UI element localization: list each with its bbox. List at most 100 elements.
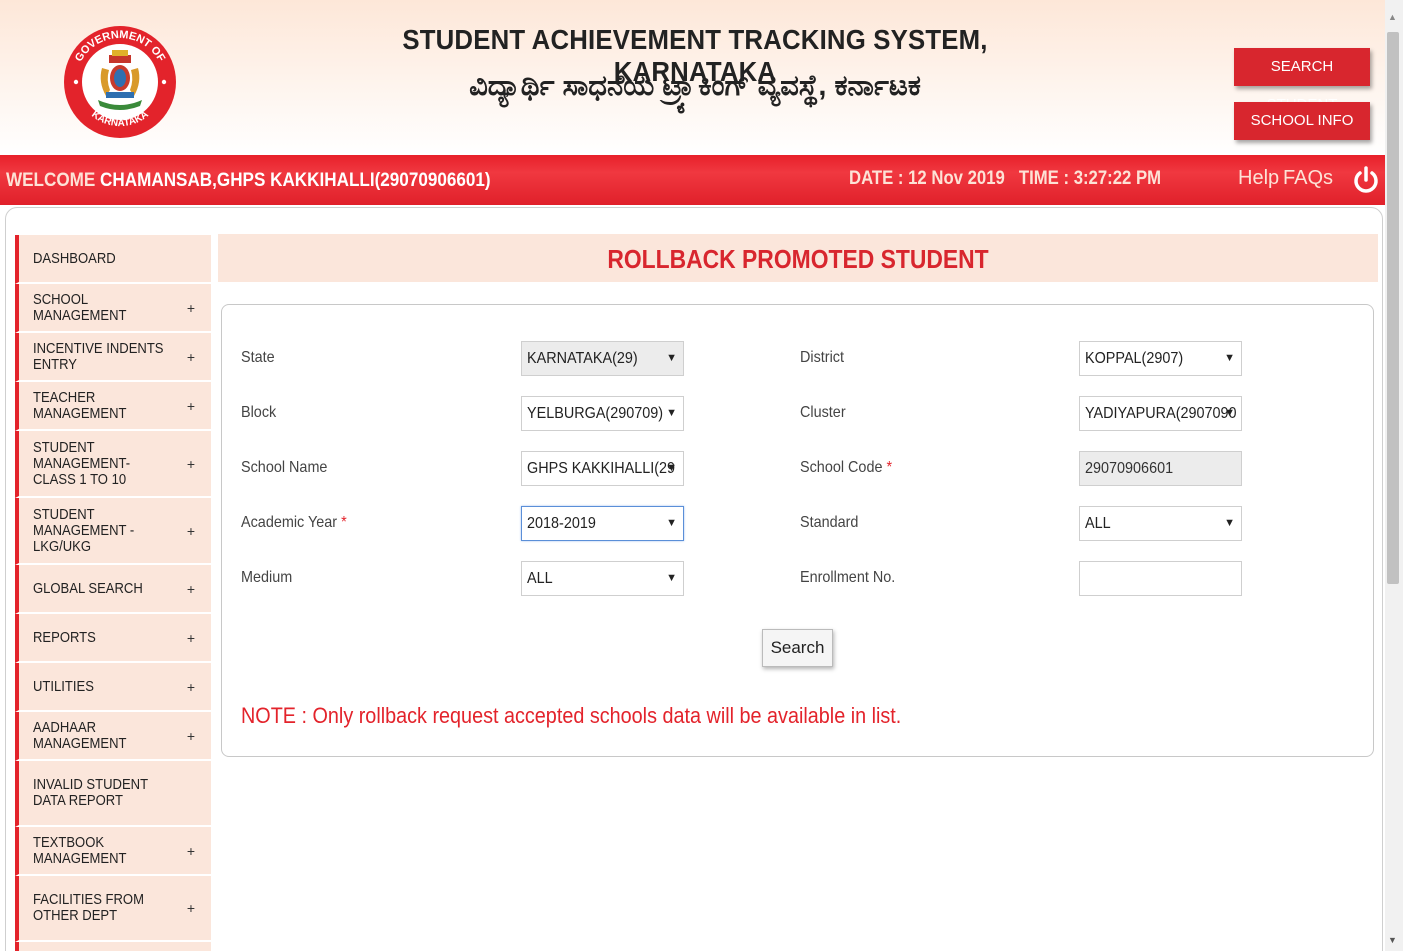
note-text: NOTE : Only rollback request accepted sc… bbox=[241, 703, 902, 728]
time-label: TIME : 3:27:22 PM bbox=[1018, 168, 1162, 189]
sidebar-menu: DASHBOARD SCHOOL MANAGEMENT + INCENTIVE … bbox=[15, 235, 211, 951]
date-time: DATE : 12 Nov 2019 TIME : 3:27:22 PM bbox=[849, 168, 1161, 190]
enrollment-no-label: Enrollment No. bbox=[800, 569, 896, 586]
search-button[interactable]: Search bbox=[762, 629, 833, 667]
medium-label: Medium bbox=[241, 569, 293, 586]
sidebar-item-dashboard[interactable]: DASHBOARD bbox=[15, 235, 211, 284]
expand-plus-icon: + bbox=[186, 348, 195, 365]
sidebar-item-incentive-indents-entry[interactable]: INCENTIVE INDENTS ENTRY + bbox=[15, 333, 211, 382]
expand-plus-icon: + bbox=[186, 900, 195, 916]
page-title: ROLLBACK PROMOTED STUDENT bbox=[607, 244, 989, 274]
sidebar-item-label: AADHAAR MANAGEMENT bbox=[33, 719, 127, 752]
expand-plus-icon: + bbox=[186, 455, 195, 472]
sidebar-item-label: FACILITIES FROM OTHER DEPT bbox=[33, 892, 144, 924]
state-select-value: KARNATAKA(29) bbox=[527, 350, 638, 367]
scrollbar-thumb[interactable] bbox=[1387, 32, 1399, 584]
academic-year-label: Academic Year * bbox=[241, 514, 347, 532]
school-code-label: School Code * bbox=[800, 459, 892, 477]
sidebar-item-partial[interactable] bbox=[15, 942, 211, 951]
sidebar-item-aadhaar-management[interactable]: AADHAAR MANAGEMENT + bbox=[15, 712, 211, 761]
district-select-value: KOPPAL(2907) bbox=[1085, 350, 1184, 367]
academic-year-label-text: Academic Year bbox=[241, 514, 338, 531]
sidebar-item-label: REPORTS bbox=[33, 629, 96, 646]
vertical-scrollbar[interactable]: ▲ ▼ bbox=[1385, 0, 1403, 951]
power-icon[interactable] bbox=[1352, 165, 1380, 195]
page-title-bar: ROLLBACK PROMOTED STUDENT bbox=[218, 234, 1378, 282]
state-select[interactable]: KARNATAKA(29) ▼ bbox=[521, 341, 684, 376]
sidebar-item-facilities-from-other-dept[interactable]: FACILITIES FROM OTHER DEPT + bbox=[15, 876, 211, 942]
expand-plus-icon: + bbox=[186, 299, 195, 316]
sidebar-item-label: INVALID STUDENT DATA REPORT bbox=[33, 777, 148, 809]
search-student-button[interactable]: SEARCH STUDENT bbox=[1234, 48, 1370, 113]
expand-plus-icon: + bbox=[186, 727, 195, 744]
block-select[interactable]: YELBURGA(290709) ▼ bbox=[521, 396, 684, 431]
school-code-field[interactable]: 29070906601 bbox=[1079, 451, 1242, 486]
sidebar-item-textbook-management[interactable]: TEXTBOOK MANAGEMENT + bbox=[15, 827, 211, 876]
standard-select[interactable]: ALL ▼ bbox=[1079, 506, 1242, 541]
medium-select-value: ALL bbox=[527, 570, 553, 587]
required-asterisk: * bbox=[341, 514, 347, 531]
site-title-kannada: ವಿದ್ಯಾರ್ಥಿ ಸಾಧನೆಯ ಟ್ರ್ಯಾಕಿಂಗ್ ವ್ಯವಸ್ಥೆ, … bbox=[469, 70, 921, 102]
dropdown-arrow-icon: ▼ bbox=[666, 572, 677, 584]
sidebar-item-label: TEACHER MANAGEMENT bbox=[33, 389, 127, 422]
required-asterisk: * bbox=[886, 459, 893, 476]
sidebar-item-label: GLOBAL SEARCH bbox=[33, 580, 143, 597]
district-label: District bbox=[800, 349, 845, 366]
district-select[interactable]: KOPPAL(2907) ▼ bbox=[1079, 341, 1242, 376]
state-label: State bbox=[241, 349, 275, 366]
sidebar-item-invalid-student-data-report[interactable]: INVALID STUDENT DATA REPORT bbox=[15, 761, 211, 827]
sidebar-item-utilities[interactable]: UTILITIES + bbox=[15, 663, 211, 712]
cluster-select-value: YADIYAPURA(2907090 bbox=[1085, 405, 1237, 422]
dropdown-arrow-icon: ▼ bbox=[1224, 407, 1235, 419]
dropdown-arrow-icon: ▼ bbox=[1224, 352, 1235, 364]
sidebar-item-label: DASHBOARD bbox=[33, 250, 116, 267]
expand-plus-icon: + bbox=[186, 842, 195, 859]
school-name-label: School Name bbox=[241, 459, 328, 476]
karnataka-emblem-logo: GOVERNMENT OF KARNATAKA bbox=[64, 26, 176, 138]
scroll-up-arrow-icon[interactable]: ▲ bbox=[1388, 12, 1397, 22]
user-name: CHAMANSAB,GHPS KAKKIHALLI(29070906601) bbox=[100, 170, 491, 191]
sidebar-item-teacher-management[interactable]: TEACHER MANAGEMENT + bbox=[15, 382, 211, 431]
cluster-label: Cluster bbox=[800, 404, 846, 421]
sidebar-item-label: UTILITIES bbox=[33, 678, 94, 695]
page-header: GOVERNMENT OF KARNATAKA STUDENT ACHIEVEM… bbox=[0, 0, 1385, 155]
scroll-down-arrow-icon[interactable]: ▼ bbox=[1388, 935, 1397, 945]
sidebar-item-school-management[interactable]: SCHOOL MANAGEMENT + bbox=[15, 284, 211, 333]
school-code-value: 29070906601 bbox=[1085, 460, 1174, 477]
sidebar-item-label: STUDENT MANAGEMENT - LKG/UKG bbox=[33, 506, 135, 555]
school-name-select-value: GHPS KAKKIHALLI(29 bbox=[527, 460, 676, 477]
school-code-label-text: School Code bbox=[800, 459, 883, 476]
faqs-link[interactable]: FAQs bbox=[1283, 167, 1333, 190]
date-label: DATE : 12 Nov 2019 bbox=[849, 168, 1005, 189]
medium-select[interactable]: ALL ▼ bbox=[521, 561, 684, 596]
cluster-select[interactable]: YADIYAPURA(2907090 ▼ bbox=[1079, 396, 1242, 431]
sidebar-item-global-search[interactable]: GLOBAL SEARCH + bbox=[15, 565, 211, 614]
expand-plus-icon: + bbox=[186, 397, 195, 414]
school-name-select[interactable]: GHPS KAKKIHALLI(29 ▼ bbox=[521, 451, 684, 486]
expand-plus-icon: + bbox=[186, 522, 195, 539]
sidebar-item-reports[interactable]: REPORTS + bbox=[15, 614, 211, 663]
standard-select-value: ALL bbox=[1085, 515, 1111, 532]
sidebar-item-label: TEXTBOOK MANAGEMENT bbox=[33, 834, 127, 867]
welcome-text: WELCOME CHAMANSAB,GHPS KAKKIHALLI(290709… bbox=[6, 170, 491, 192]
sidebar-item-label: SCHOOL MANAGEMENT bbox=[33, 291, 127, 324]
dropdown-arrow-icon: ▼ bbox=[666, 407, 677, 419]
sidebar-item-student-management-class[interactable]: STUDENT MANAGEMENT- CLASS 1 TO 10 + bbox=[15, 431, 211, 498]
sidebar-item-label: INCENTIVE INDENTS ENTRY bbox=[33, 340, 164, 373]
help-link[interactable]: Help bbox=[1238, 167, 1279, 190]
welcome-label: WELCOME bbox=[6, 170, 96, 191]
expand-plus-icon: + bbox=[186, 580, 195, 597]
dropdown-arrow-icon: ▼ bbox=[666, 517, 677, 529]
sidebar-item-student-management-lkg[interactable]: STUDENT MANAGEMENT - LKG/UKG + bbox=[15, 498, 211, 565]
dropdown-arrow-icon: ▼ bbox=[666, 462, 677, 474]
dropdown-arrow-icon: ▼ bbox=[1224, 517, 1235, 529]
enrollment-no-input[interactable] bbox=[1079, 561, 1242, 596]
dropdown-arrow-icon: ▼ bbox=[666, 352, 677, 364]
expand-plus-icon: + bbox=[186, 678, 195, 695]
sidebar-item-label: STUDENT MANAGEMENT- CLASS 1 TO 10 bbox=[33, 439, 131, 488]
academic-year-select[interactable]: 2018-2019 ▼ bbox=[521, 506, 684, 541]
academic-year-select-value: 2018-2019 bbox=[527, 515, 596, 532]
school-info-button[interactable]: SCHOOL INFO bbox=[1234, 102, 1370, 140]
block-label: Block bbox=[241, 404, 277, 421]
block-select-value: YELBURGA(290709) bbox=[527, 405, 664, 422]
